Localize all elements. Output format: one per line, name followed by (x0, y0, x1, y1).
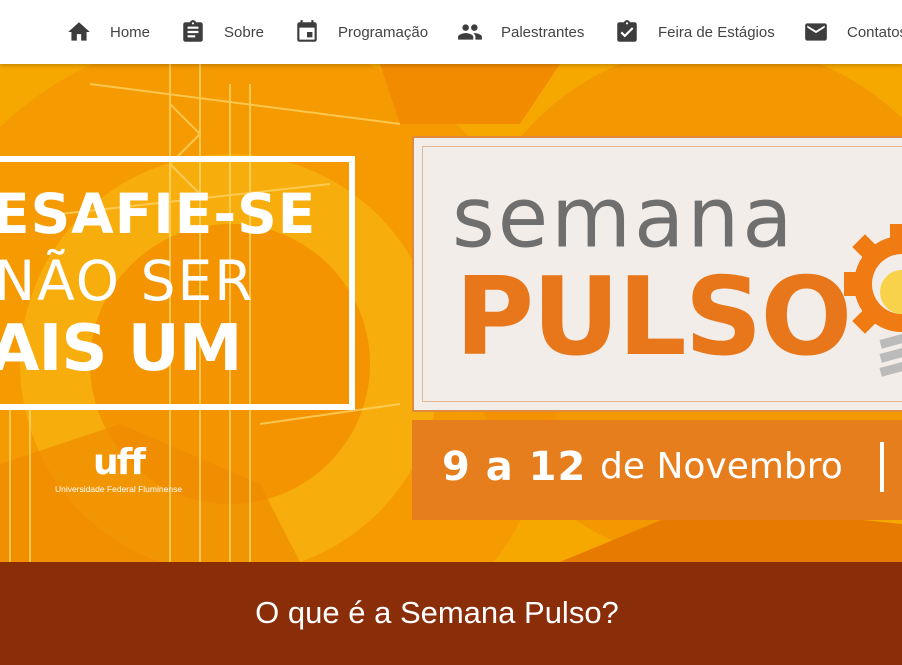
mail-icon (803, 19, 829, 45)
clipboard-check-icon (614, 19, 640, 45)
event-date-month: de Novembro (600, 446, 843, 487)
nav-palestrantes-label: Palestrantes (501, 23, 585, 41)
uff-logo-text: Universidade Federal Fluminense (54, 484, 183, 494)
event-date-days: 9 a 12 (442, 444, 587, 490)
nav-contatos[interactable]: Contatos (803, 0, 902, 64)
event-title-bottom: PULSO (455, 255, 852, 380)
slogan-line-3: AIS UM (0, 312, 242, 386)
nav-programacao[interactable]: Programação (294, 0, 428, 64)
home-icon (66, 19, 92, 45)
section-title: O que é a Semana Pulso? (255, 595, 619, 630)
nav-contatos-label: Contatos (847, 23, 902, 41)
top-navigation: Home Sobre Programação Palestrantes Feir… (0, 0, 902, 64)
nav-programacao-label: Programação (338, 23, 429, 41)
calendar-icon (294, 19, 320, 45)
nav-feira-estagios-label: Feira de Estágios (658, 23, 775, 41)
date-separator (880, 442, 884, 492)
nav-sobre[interactable]: Sobre (180, 0, 264, 64)
uff-logo-mark: uff (93, 442, 146, 483)
lightbulb-gear-icon (844, 224, 902, 377)
clipboard-icon (180, 19, 206, 45)
people-icon (457, 19, 483, 45)
nav-sobre-label: Sobre (224, 23, 265, 41)
uff-logo: uff Universidade Federal Fluminense (46, 442, 191, 495)
slogan-line-1: ESAFIE-SE (0, 182, 317, 246)
hero-banner: ESAFIE-SE NÃO SER AIS UM uff Universidad… (0, 64, 902, 562)
nav-feira-estagios[interactable]: Feira de Estágios (614, 0, 775, 64)
event-date-bar: 9 a 12 de Novembro (412, 420, 902, 520)
nav-home-label: Home (110, 23, 151, 41)
about-section: O que é a Semana Pulso? (0, 562, 902, 665)
event-title-top: semana (452, 170, 796, 267)
slogan-line-2: NÃO SER (0, 249, 255, 313)
nav-palestrantes[interactable]: Palestrantes (457, 0, 584, 64)
nav-home[interactable]: Home (66, 0, 150, 64)
